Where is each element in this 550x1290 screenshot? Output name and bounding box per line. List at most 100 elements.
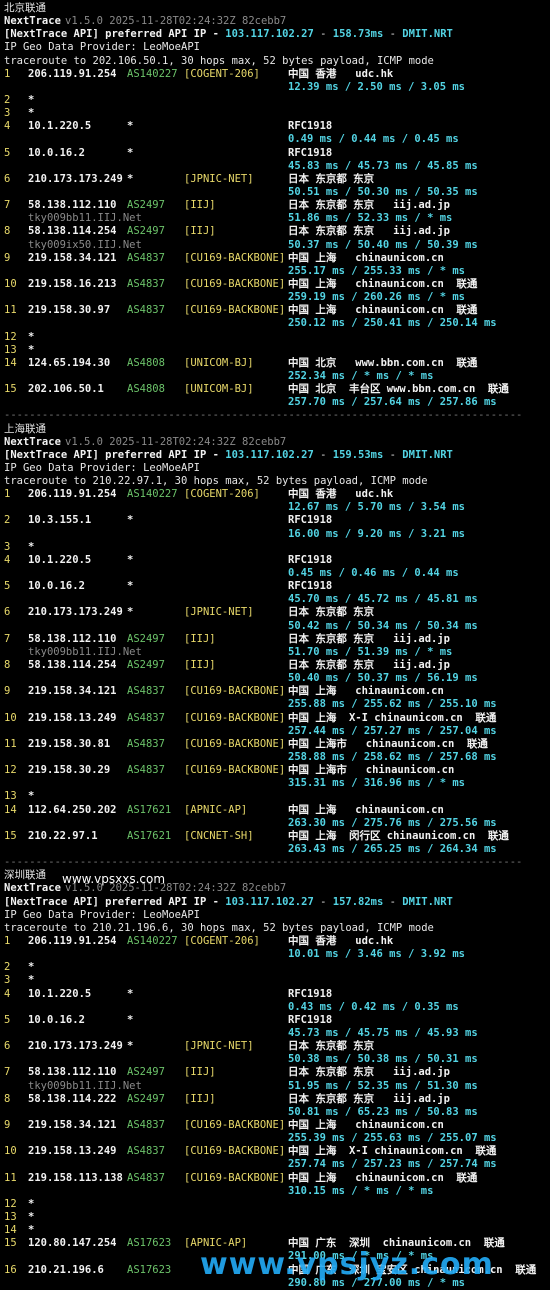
- traceroute-text: traceroute to 210.22.97.1, 30 hops max, …: [4, 475, 428, 488]
- hop-number: 11: [4, 737, 17, 750]
- hop-geo: 中国 北京 www.bbn.com.cn 联通: [288, 356, 478, 369]
- hop-row: 7 58.138.112.110 AS2497 [IIJ] 日本 东京都 东京 iij.…: [4, 199, 550, 212]
- api-latency: 157.82ms: [332, 895, 384, 908]
- hop-ip: 10.0.16.2: [28, 580, 85, 593]
- hop-ip: 210.173.173.249: [28, 606, 123, 619]
- hop-row: 6 210.173.173.249 * [JPNIC-NET] 日本 东京都 东京: [4, 606, 550, 619]
- hop-number: 16: [4, 1263, 17, 1276]
- hop-detail: 0.49 ms / 0.44 ms / 0.45 ms: [4, 133, 550, 146]
- api-node: DMIT.NRT: [402, 895, 453, 908]
- hop-geo: 中国 上海 chinaunicom.cn 联通: [288, 277, 478, 290]
- hop-number: 9: [4, 251, 11, 264]
- hop-row: 2 *: [4, 961, 550, 974]
- hop-row: 8 58.138.114.254 AS2497 [IIJ] 日本 东京都 东京 iij.…: [4, 659, 550, 672]
- hop-number: 1: [4, 934, 11, 947]
- hop-number: 1: [4, 67, 11, 80]
- hop-hostname: tky009bb11.IIJ.Net: [28, 212, 142, 225]
- hop-asn: *: [127, 1013, 134, 1026]
- hop-asn: *: [127, 553, 134, 566]
- hop-number: 2: [4, 93, 11, 106]
- hop-tag: [COGENT-206]: [184, 934, 260, 947]
- hop-tag: [IIJ]: [184, 659, 216, 672]
- hop-number: 8: [4, 225, 11, 238]
- hop-ip: 58.138.112.110: [28, 199, 117, 212]
- separator-line: ----------------------------------------…: [4, 856, 523, 869]
- hop-ip: 210.21.196.6: [28, 1263, 104, 1276]
- hop-detail: 10.01 ms / 3.46 ms / 3.92 ms: [4, 948, 550, 961]
- hop-tag: [CU169-BACKBONE]: [184, 711, 286, 724]
- api-node: DMIT.NRT: [402, 448, 453, 461]
- geo-provider: IP Geo Data Provider: LeoMoeAPI: [4, 41, 550, 54]
- hop-ip: 124.65.194.30: [28, 356, 111, 369]
- hop-hostname: tky009bb11.IIJ.Net: [28, 645, 142, 658]
- hop-ip: 210.173.173.249: [28, 172, 123, 185]
- hop-asn: AS4837: [127, 685, 165, 698]
- hop-row: 9 219.158.34.121 AS4837 [CU169-BACKBONE] 中国 …: [4, 252, 550, 265]
- hop-row: 2 *: [4, 94, 550, 107]
- separator: ----------------------------------------…: [4, 409, 550, 422]
- hop-number: 11: [4, 304, 17, 317]
- hop-tag: [COGENT-206]: [184, 488, 260, 501]
- hop-ip: 58.138.112.110: [28, 1066, 117, 1079]
- hop-row: 1 206.119.91.254 AS140227 [COGENT-206] 中国 香港…: [4, 935, 550, 948]
- hop-detail: 257.44 ms / 257.27 ms / 257.04 ms: [4, 725, 550, 738]
- hop-tag: [UNICOM-BJ]: [184, 383, 254, 396]
- hop-ip: 219.158.34.121: [28, 1118, 117, 1131]
- hop-detail: tky009bb11.IIJ.Net 51.86 ms / 52.33 ms / …: [4, 212, 550, 225]
- hop-ip: 58.138.114.222: [28, 1092, 117, 1105]
- hop-row: 6 210.173.173.249 * [JPNIC-NET] 日本 东京都 东京: [4, 173, 550, 186]
- hop-ip: 219.158.113.138: [28, 1171, 123, 1184]
- hop-timeout: *: [28, 961, 35, 974]
- hop-number: 3: [4, 540, 11, 553]
- hop-ip: 10.0.16.2: [28, 146, 85, 159]
- app-name: NextTrace: [4, 435, 61, 448]
- hop-row: 4 10.1.220.5 * RFC1918: [4, 120, 550, 133]
- hop-ip: 219.158.16.213: [28, 277, 117, 290]
- hop-number: 2: [4, 961, 11, 974]
- hop-row: 13 *: [4, 344, 550, 357]
- terminal-output: 北京联通 NextTrace v1.5.0 2025-11-28T02:24:32Z…: [4, 2, 550, 1290]
- hop-geo: 中国 上海 闵行区 chinaunicom.cn 联通: [288, 829, 509, 842]
- api-line-text: [NextTrace API] preferred API IP - 103.1…: [4, 449, 453, 462]
- app-header: NextTrace v1.5.0 2025-11-28T02:24:32Z 82c…: [4, 15, 550, 28]
- hop-ip: 219.158.13.249: [28, 1145, 117, 1158]
- hop-geo: RFC1918: [288, 1013, 333, 1026]
- hop-detail: tky009bb11.IIJ.Net 51.70 ms / 51.39 ms / …: [4, 646, 550, 659]
- hop-geo: RFC1918: [288, 987, 333, 1000]
- hop-rtt: 250.12 ms / 250.41 ms / 250.14 ms: [288, 317, 497, 330]
- app-version: v1.5.0 2025-11-28T02:24:32Z 82cebb7: [65, 15, 287, 28]
- hop-detail: 50.51 ms / 50.30 ms / 50.35 ms: [4, 186, 550, 199]
- hop-detail: 12.39 ms / 2.50 ms / 3.05 ms: [4, 81, 550, 94]
- hop-ip: 219.158.34.121: [28, 251, 117, 264]
- hop-rtt: 16.00 ms / 9.20 ms / 3.21 ms: [288, 527, 466, 540]
- hop-asn: AS4837: [127, 1171, 165, 1184]
- hop-tag: [IIJ]: [184, 199, 216, 212]
- hop-number: 3: [4, 107, 11, 120]
- hop-asn: AS17623: [127, 1263, 172, 1276]
- hop-asn: AS140227: [127, 488, 178, 501]
- hop-hostname: tky009ix50.IIJ.Net: [28, 238, 142, 251]
- hop-rtt: 45.70 ms / 45.72 ms / 45.81 ms: [288, 593, 478, 606]
- hop-rtt: 259.19 ms / 260.26 ms / * ms: [288, 291, 466, 304]
- hop-tag: [COGENT-206]: [184, 67, 260, 80]
- hop-asn: AS4837: [127, 251, 165, 264]
- hop-row: 14 *: [4, 1224, 550, 1237]
- hop-number: 14: [4, 356, 17, 369]
- hop-rtt: 45.73 ms / 45.75 ms / 45.93 ms: [288, 1026, 478, 1039]
- hop-tag: [JPNIC-NET]: [184, 1040, 254, 1053]
- hop-detail: 257.70 ms / 257.64 ms / 257.86 ms: [4, 396, 550, 409]
- hop-rtt: 257.70 ms / 257.64 ms / 257.86 ms: [288, 396, 497, 409]
- hop-tag: [JPNIC-NET]: [184, 606, 254, 619]
- geo-provider: IP Geo Data Provider: LeoMoeAPI: [4, 909, 550, 922]
- hop-number: 5: [4, 1013, 11, 1026]
- hop-tag: [CU169-BACKBONE]: [184, 251, 286, 264]
- hop-rtt: 257.74 ms / 257.23 ms / 257.74 ms: [288, 1158, 497, 1171]
- hop-row: 3 *: [4, 107, 550, 120]
- region-label: 上海联通: [4, 422, 46, 435]
- geo-provider-text: IP Geo Data Provider: LeoMoeAPI: [4, 461, 200, 474]
- hop-row: 15 210.22.97.1 AS17621 [CNCNET-SH] 中国 上海 闵行区…: [4, 830, 550, 843]
- hop-geo: RFC1918: [288, 146, 333, 159]
- hop-geo: 日本 东京都 东京: [288, 606, 375, 619]
- api-latency: 158.73ms: [332, 28, 384, 41]
- hop-geo: 中国 香港 udc.hk: [288, 488, 394, 501]
